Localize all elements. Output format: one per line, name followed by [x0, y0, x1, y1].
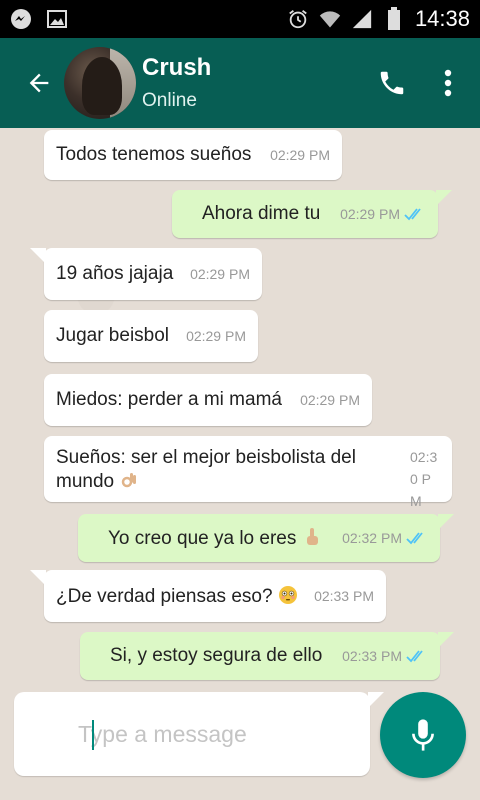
message-composer	[14, 692, 384, 776]
mic-icon	[412, 719, 434, 751]
message-text-content: Yo creo que ya lo eres	[108, 527, 297, 549]
status-bar: 14:38	[0, 0, 480, 38]
contact-status: Online	[142, 90, 197, 111]
more-vert-icon	[444, 69, 452, 97]
message-incoming[interactable]: Miedos: perder a mi mamá 02:29 PM	[44, 374, 372, 426]
status-time: 14:38	[414, 6, 470, 31]
double-check-icon	[406, 532, 423, 545]
ok-hand-emoji-icon	[122, 473, 137, 488]
avatar-figure	[82, 57, 122, 115]
battery-icon	[383, 7, 405, 30]
message-time: 02:30 PM	[410, 449, 438, 509]
message-text: Miedos: perder a mi mamá	[56, 389, 282, 410]
message-incoming[interactable]: Todos tenemos sueños 02:29 PM	[44, 130, 342, 180]
message-list[interactable]: Todos tenemos sueños 02:29 PM Ahora dime…	[0, 128, 480, 688]
message-text: Sueños: ser el mejor beisbolista del mun…	[56, 446, 374, 494]
back-button[interactable]	[14, 53, 64, 113]
message-text: Jugar beisbol	[56, 325, 170, 346]
message-outgoing[interactable]: Ahora dime tu 02:29 PM	[172, 190, 452, 238]
contact-name: Crush	[142, 54, 212, 81]
message-incoming[interactable]: ¿De verdad piensas eso? 02:33 PM	[30, 570, 386, 622]
message-time: 02:33 PM	[342, 648, 402, 664]
message-time: 02:32 PM	[342, 530, 402, 546]
message-outgoing[interactable]: Yo creo que ya lo eres 02:32 PM	[78, 514, 454, 562]
call-button[interactable]	[364, 53, 420, 113]
message-text-content: Sueños: ser el mejor beisbolista del mun…	[56, 447, 356, 492]
text-cursor	[92, 720, 94, 750]
double-check-icon	[404, 208, 421, 221]
more-options-button[interactable]	[420, 53, 476, 113]
message-time: 02:29 PM	[270, 147, 330, 163]
phone-icon	[380, 71, 404, 95]
pointing-up-emoji-icon	[306, 527, 318, 545]
message-text-content: ¿De verdad piensas eso?	[56, 585, 273, 607]
contact-avatar[interactable]	[64, 47, 136, 119]
alarm-icon	[287, 8, 309, 30]
contact-info[interactable]: Crush Online	[142, 54, 211, 112]
message-text: ¿De verdad piensas eso?	[56, 585, 298, 608]
messenger-icon	[10, 8, 32, 30]
voice-record-button[interactable]	[380, 692, 466, 778]
double-check-icon	[406, 650, 423, 663]
message-incoming[interactable]: Sueños: ser el mejor beisbolista del mun…	[44, 436, 452, 509]
message-incoming[interactable]: Jugar beisbol 02:29 PM	[44, 310, 258, 362]
chat-header: Crush Online	[0, 38, 480, 128]
message-time: 02:29 PM	[300, 392, 360, 408]
message-text: Ahora dime tu	[202, 203, 321, 224]
message-input[interactable]	[78, 720, 348, 748]
message-text: Todos tenemos sueños	[56, 144, 252, 165]
signal-icon	[351, 8, 373, 30]
message-time: 02:29 PM	[190, 266, 250, 282]
message-outgoing[interactable]: Si, y estoy segura de ello 02:33 PM	[80, 632, 454, 680]
message-text: 19 años jajaja	[56, 263, 174, 284]
wifi-icon	[319, 8, 341, 30]
message-text: Si, y estoy segura de ello	[110, 645, 323, 666]
message-time: 02:33 PM	[314, 588, 374, 604]
flushed-face-emoji-icon	[278, 585, 297, 604]
message-text: Yo creo que ya lo eres	[108, 527, 322, 550]
message-incoming[interactable]: 19 años jajaja 02:29 PM	[30, 248, 262, 300]
message-time: 02:29 PM	[340, 206, 400, 222]
image-icon	[46, 8, 68, 30]
message-time: 02:29 PM	[186, 328, 246, 344]
back-arrow-icon	[29, 73, 49, 93]
